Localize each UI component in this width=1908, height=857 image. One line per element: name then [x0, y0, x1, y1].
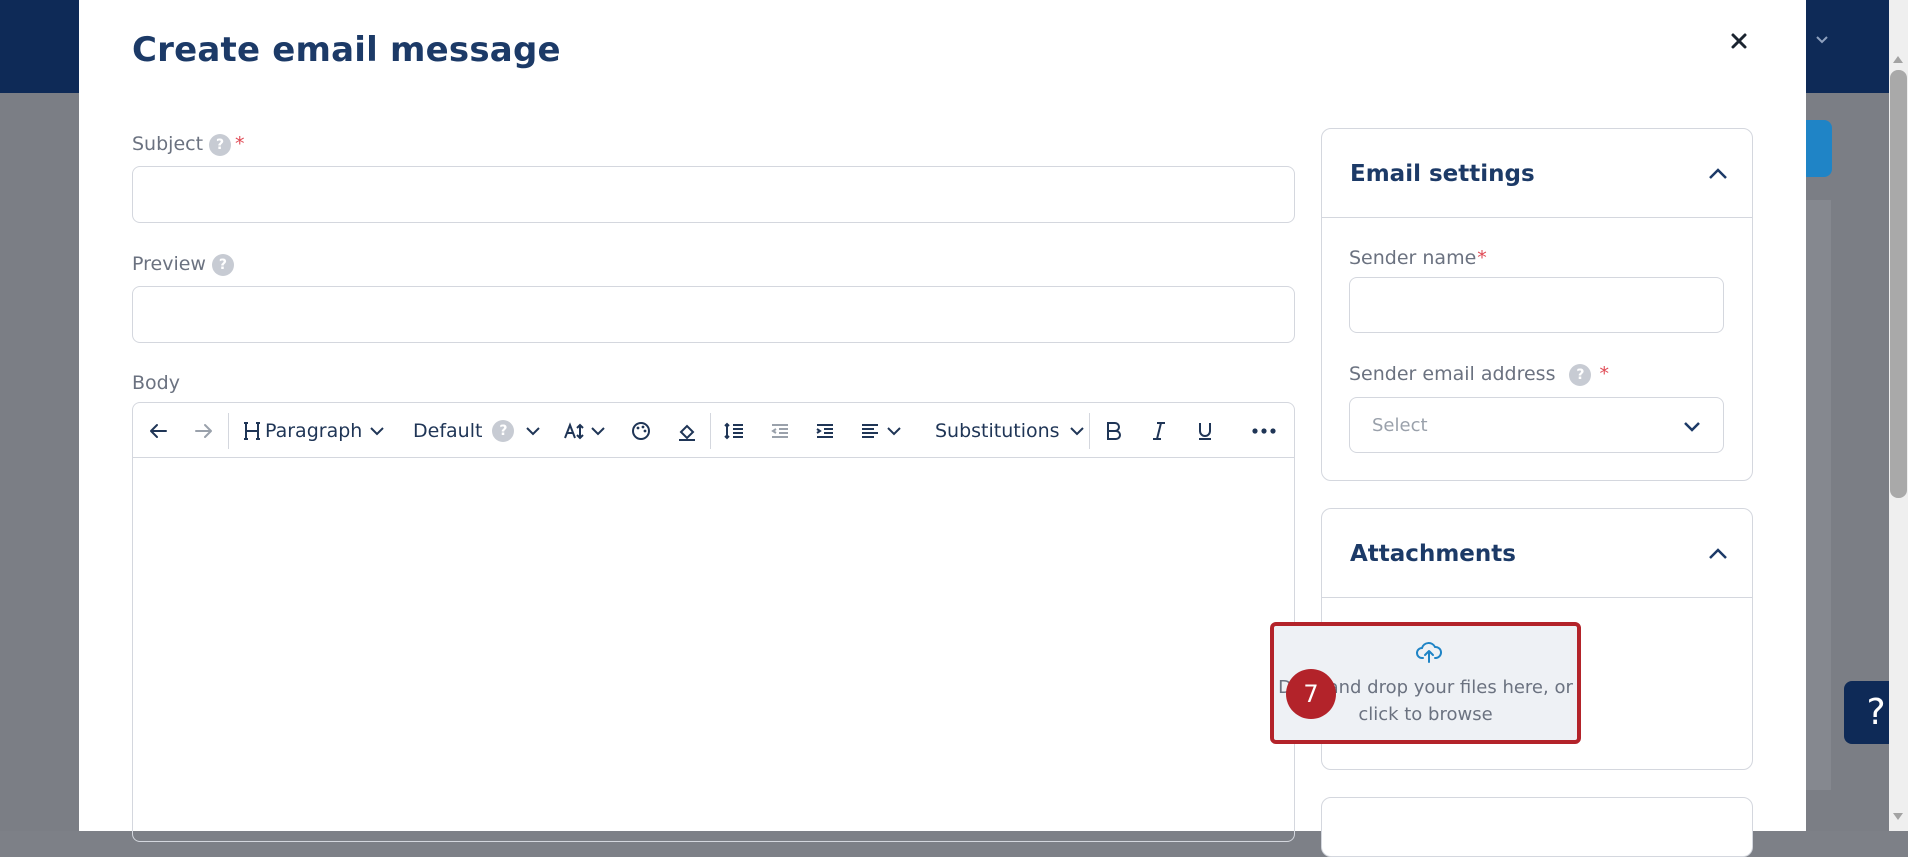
sender-name-input[interactable] — [1350, 278, 1723, 332]
help-icon[interactable]: ? — [211, 253, 234, 276]
step-number-badge: 7 — [1286, 669, 1336, 719]
align-dropdown[interactable] — [859, 403, 903, 458]
line-height-icon — [724, 422, 743, 439]
attachments-title: Attachments — [1350, 541, 1516, 567]
underline-icon — [1199, 422, 1211, 440]
email-settings-panel: Email settings Sender name* Sender email… — [1321, 128, 1753, 481]
chevron-up-icon[interactable] — [1706, 162, 1730, 186]
help-icon[interactable]: ? — [1569, 363, 1592, 386]
italic-icon — [1153, 421, 1165, 440]
chevron-down-icon — [1684, 422, 1700, 432]
toolbar-divider — [228, 413, 229, 449]
preview-label-text: Preview — [132, 253, 206, 275]
font-size-icon — [564, 421, 584, 439]
chevron-down-icon — [1069, 426, 1084, 435]
heading-dropdown[interactable]: Paragraph — [241, 403, 386, 458]
help-icon[interactable]: ? — [209, 133, 232, 156]
sender-name-label-text: Sender name — [1349, 247, 1477, 269]
next-settings-panel — [1321, 797, 1753, 857]
toolbar-divider — [710, 413, 711, 449]
font-label: Default — [413, 419, 483, 442]
outdent-button[interactable] — [769, 403, 791, 458]
editor-content-area[interactable] — [133, 458, 1294, 841]
palette-icon — [632, 421, 650, 440]
body-label: Body — [132, 372, 180, 394]
align-left-icon — [862, 423, 878, 438]
scrollbar-thumb[interactable] — [1890, 70, 1907, 498]
underline-button[interactable] — [1195, 403, 1215, 458]
outdent-icon — [771, 423, 788, 438]
chevron-down-icon — [591, 426, 605, 435]
chevron-up-icon[interactable] — [1706, 542, 1730, 566]
subject-field[interactable] — [132, 166, 1295, 223]
bold-icon — [1107, 421, 1121, 440]
undo-icon — [150, 423, 167, 438]
scroll-down-arrow-icon[interactable] — [1893, 813, 1903, 820]
scroll-up-arrow-icon[interactable] — [1893, 56, 1903, 63]
heading-label: Paragraph — [265, 419, 363, 442]
subject-input[interactable] — [133, 167, 1294, 222]
chevron-down-icon — [887, 426, 901, 435]
highlight-button[interactable] — [676, 403, 698, 458]
close-icon[interactable] — [1724, 26, 1754, 56]
line-height-button[interactable] — [723, 403, 745, 458]
sender-email-label-text: Sender email address — [1349, 363, 1556, 385]
undo-button[interactable] — [147, 403, 169, 458]
bold-button[interactable] — [1103, 403, 1123, 458]
redo-button[interactable] — [193, 403, 215, 458]
chevron-down-icon — [526, 426, 541, 435]
toolbar-divider — [1089, 413, 1090, 449]
sender-email-placeholder: Select — [1372, 415, 1428, 436]
required-mark: * — [235, 133, 245, 155]
preview-field[interactable] — [132, 286, 1295, 343]
chevron-down-icon — [370, 426, 385, 435]
sender-email-label: Sender email address? * — [1349, 363, 1609, 386]
email-settings-title: Email settings — [1350, 161, 1535, 187]
font-family-dropdown[interactable]: Default ? — [413, 403, 542, 458]
upload-cloud-icon — [1416, 642, 1442, 663]
preview-input[interactable] — [133, 287, 1294, 342]
italic-button[interactable] — [1149, 403, 1169, 458]
modal-title: Create email message — [132, 30, 561, 70]
panel-divider — [1322, 217, 1752, 218]
redo-icon — [195, 423, 212, 438]
preview-label: Preview? — [132, 253, 234, 276]
font-size-dropdown[interactable] — [563, 403, 607, 458]
help-icon[interactable]: ? — [492, 419, 515, 442]
text-color-button[interactable] — [630, 403, 652, 458]
heading-icon — [244, 421, 260, 440]
editor-toolbar: Paragraph Default ? Substitutions — [133, 403, 1294, 458]
substitutions-label: Substitutions — [935, 419, 1060, 442]
substitutions-dropdown[interactable]: Substitutions — [935, 403, 1086, 458]
indent-button[interactable] — [814, 403, 836, 458]
more-options-button[interactable] — [1251, 403, 1277, 458]
body-editor: Paragraph Default ? Substitutions — [132, 402, 1295, 842]
chevron-down-icon — [1816, 36, 1828, 44]
sender-name-field[interactable] — [1349, 277, 1724, 333]
panel-divider — [1322, 597, 1752, 598]
required-mark: * — [1477, 247, 1487, 269]
subject-label-text: Subject — [132, 133, 204, 155]
required-mark: * — [1599, 363, 1609, 385]
highlight-icon — [679, 424, 695, 441]
sender-email-select[interactable]: Select — [1349, 397, 1724, 453]
more-icon — [1252, 427, 1276, 434]
indent-icon — [816, 423, 833, 438]
subject-label: Subject? * — [132, 133, 245, 156]
sender-name-label: Sender name* — [1349, 247, 1487, 269]
